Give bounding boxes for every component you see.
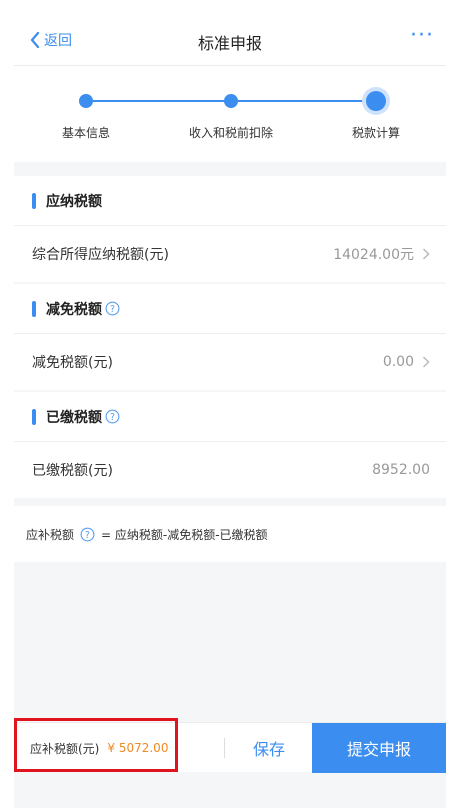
page-title: 标准申报	[197, 34, 262, 53]
section-header: 应纳税额	[14, 176, 446, 226]
payable-tax-row[interactable]: 综合所得应纳税额(元) 14024.00元	[14, 226, 446, 282]
section-marker	[32, 192, 36, 209]
step-1-dot	[79, 94, 93, 108]
paid-tax-section: 已缴税额 ? 已缴税额(元) 8952.00	[14, 392, 446, 498]
row-label: 综合所得应纳税额(元)	[32, 247, 169, 263]
row-value: 0.00	[382, 354, 414, 370]
svg-text:?: ?	[85, 529, 90, 540]
step-3-label: 税款计算	[351, 126, 400, 140]
save-button[interactable]: 保存	[226, 723, 312, 773]
help-icon[interactable]: ?	[80, 527, 95, 542]
step-2-label: 收入和税前扣除	[188, 126, 273, 140]
help-icon[interactable]: ?	[105, 301, 120, 316]
paid-tax-row: 已缴税额(元) 8952.00	[14, 442, 446, 498]
row-value: 8952.00	[372, 462, 430, 478]
chevron-right-icon	[422, 248, 430, 260]
progress-stepper: 基本信息 收入和税前扣除 税款计算	[14, 66, 446, 162]
tax-relief-section: 减免税额 ? 减免税额(元) 0.00	[14, 284, 446, 390]
submit-declaration-button[interactable]: 提交申报	[312, 723, 446, 773]
section-marker	[32, 408, 36, 425]
tax-formula-note: 应补税额 ? = 应纳税额-减免税额-已缴税额	[14, 506, 446, 562]
step-1-label: 基本信息	[61, 126, 110, 140]
section-title: 已缴税额	[46, 409, 102, 426]
svg-text:?: ?	[110, 412, 115, 423]
section-header: 减免税额 ?	[14, 284, 446, 334]
row-label: 减免税额(元)	[32, 355, 113, 371]
more-menu-button[interactable]: ···	[410, 25, 434, 47]
highlight-box	[14, 718, 178, 772]
payable-tax-section: 应纳税额 综合所得应纳税额(元) 14024.00元	[14, 176, 446, 282]
row-label: 已缴税额(元)	[32, 463, 113, 479]
divider	[224, 738, 225, 758]
section-title: 应纳税额	[46, 193, 102, 210]
svg-text:?: ?	[110, 304, 115, 315]
formula-left: 应补税额	[26, 527, 75, 542]
tax-relief-row[interactable]: 减免税额(元) 0.00	[14, 334, 446, 390]
row-value: 14024.00元	[333, 247, 414, 263]
step-2-dot	[224, 94, 238, 108]
chevron-right-icon	[422, 356, 430, 368]
section-title: 减免税额	[46, 301, 102, 318]
step-3-dot-current	[366, 91, 386, 111]
section-header: 已缴税额 ?	[14, 392, 446, 442]
formula-right: = 应纳税额-减免税额-已缴税额	[101, 527, 268, 542]
section-marker	[32, 300, 36, 317]
help-icon[interactable]: ?	[105, 409, 120, 424]
nav-header: 返回 标准申报 ···	[14, 0, 446, 66]
app-screen: 返回 标准申报 ··· 基本信息 收入和税前扣除 税款计算 应纳税额 综合所得应…	[14, 0, 446, 808]
